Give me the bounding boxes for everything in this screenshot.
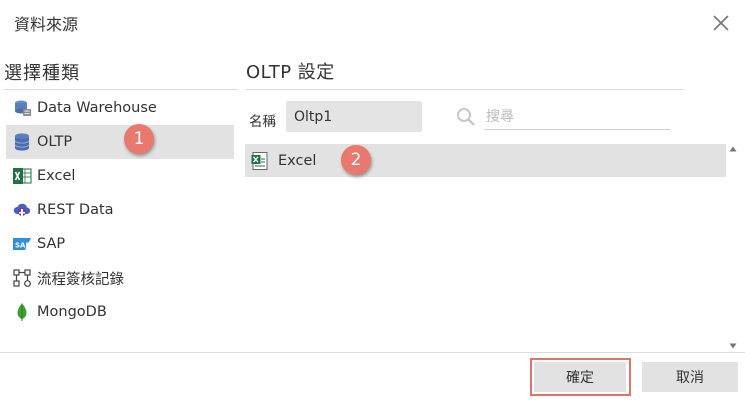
category-item-label: Excel — [37, 168, 76, 184]
workflow-icon — [12, 268, 32, 288]
scroll-up-icon[interactable] — [728, 144, 738, 154]
category-item-label: REST Data — [37, 202, 114, 218]
category-item-label: MongoDB — [37, 304, 107, 320]
category-heading: 選擇種類 — [4, 63, 80, 84]
settings-divider — [246, 89, 684, 90]
category-item-mongodb[interactable]: MongoDB — [6, 295, 234, 329]
file-item-excel[interactable]: Excel — [245, 144, 726, 177]
data-source-dialog: 資料來源 選擇種類 Data Warehouse OLTP Excel REST… — [0, 0, 745, 415]
step-badge-1: 1 — [124, 124, 154, 154]
close-icon[interactable] — [710, 12, 732, 34]
scroll-down-icon[interactable] — [728, 341, 738, 351]
excel-file-icon — [251, 151, 268, 170]
category-item-label: OLTP — [37, 134, 73, 150]
settings-heading: OLTP 設定 — [246, 62, 335, 83]
category-list: Data Warehouse OLTP Excel REST Data SAP … — [6, 91, 234, 329]
category-item-label: Data Warehouse — [37, 100, 157, 116]
file-list-scrollbar[interactable] — [728, 144, 738, 354]
category-item-excel[interactable]: Excel — [6, 159, 234, 193]
category-item-label: SAP — [37, 236, 66, 252]
data-warehouse-icon — [12, 98, 32, 118]
search-input[interactable] — [484, 104, 670, 130]
name-label: 名稱 — [249, 114, 276, 130]
file-item-label: Excel — [278, 152, 317, 169]
category-item-label: 流程簽核記錄 — [37, 271, 124, 288]
category-item-sap[interactable]: SAP SAP — [6, 227, 234, 261]
database-icon — [12, 132, 32, 152]
name-input[interactable] — [286, 101, 422, 132]
category-item-rest-data[interactable]: REST Data — [6, 193, 234, 227]
sap-icon: SAP — [12, 234, 32, 254]
cancel-button[interactable]: 取消 — [642, 362, 738, 392]
step-badge-2: 2 — [341, 145, 371, 175]
dialog-title: 資料來源 — [14, 15, 79, 34]
footer-divider — [0, 352, 745, 353]
rest-cloud-icon — [12, 200, 32, 220]
category-divider — [4, 89, 238, 90]
category-item-workflow-log[interactable]: 流程簽核記錄 — [6, 261, 234, 295]
category-item-oltp[interactable]: OLTP — [6, 125, 234, 159]
ok-button[interactable]: 確定 — [534, 362, 626, 392]
search-icon — [457, 108, 475, 126]
category-item-data-warehouse[interactable]: Data Warehouse — [6, 91, 234, 125]
svg-text:SAP: SAP — [15, 242, 31, 250]
file-list: Excel — [245, 144, 726, 177]
excel-icon — [12, 166, 32, 186]
mongodb-leaf-icon — [12, 302, 32, 322]
